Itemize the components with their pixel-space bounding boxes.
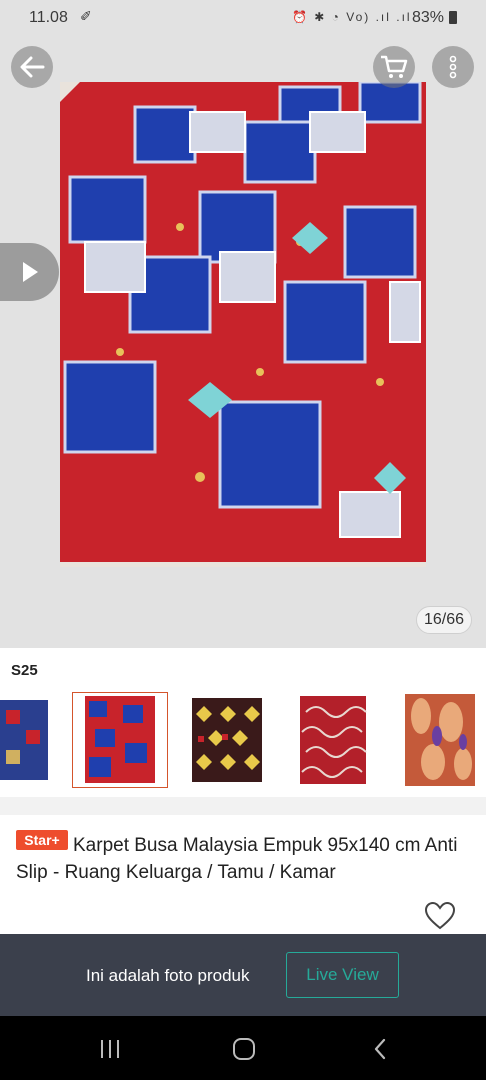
system-icons: ⏰ ✱ ◔ Vo) .ıl .ıl	[292, 10, 412, 24]
thumbnail-image	[73, 693, 166, 786]
status-bar: 11.08 ✐ ⏰ ✱ ◔ Vo) .ıl .ıl 83%	[0, 0, 486, 36]
system-back-button[interactable]	[372, 1038, 388, 1065]
broom-icon: ✐	[80, 8, 92, 24]
home-button[interactable]	[232, 1038, 256, 1065]
battery-icon	[449, 11, 457, 24]
recents-icon	[101, 1040, 119, 1058]
recents-button[interactable]	[98, 1038, 122, 1065]
variant-thumbnail-5[interactable]	[403, 692, 477, 788]
carpet-image	[60, 82, 426, 567]
variant-thumbnail-1[interactable]	[0, 692, 48, 788]
variant-thumbnail-4[interactable]	[296, 692, 370, 788]
product-title: Karpet Busa Malaysia Empuk 95x140 cm Ant…	[16, 835, 458, 883]
home-icon	[233, 1038, 255, 1060]
thumbnail-image	[0, 692, 48, 788]
back-icon	[374, 1038, 386, 1060]
variant-thumbnail-3[interactable]	[190, 692, 264, 788]
play-icon	[22, 262, 38, 282]
photo-info-text: Ini adalah foto produk	[86, 966, 250, 985]
system-nav-bar	[0, 1016, 486, 1080]
thumbnail-image	[403, 692, 477, 788]
product-photo[interactable]	[60, 82, 426, 567]
variant-label: S25	[11, 662, 38, 679]
variant-thumbnail-2[interactable]	[72, 692, 168, 788]
product-gallery[interactable]	[0, 36, 486, 648]
back-button[interactable]	[11, 46, 53, 88]
battery-percent: 83%	[412, 9, 445, 26]
thumbnail-image	[296, 692, 370, 788]
live-view-button[interactable]: Live View	[286, 952, 399, 998]
favorite-button[interactable]	[424, 901, 456, 935]
cart-icon	[381, 55, 408, 78]
heart-outline-icon	[424, 901, 456, 930]
cart-button[interactable]	[373, 46, 415, 88]
status-time: 11.08	[29, 9, 68, 26]
thumbnail-image	[190, 692, 264, 788]
play-video-button[interactable]	[0, 243, 59, 301]
arrow-left-icon	[20, 56, 45, 78]
more-vertical-icon	[449, 55, 457, 79]
section-divider	[0, 797, 486, 815]
more-menu-button[interactable]	[432, 46, 474, 88]
image-counter: 16/66	[416, 606, 472, 634]
